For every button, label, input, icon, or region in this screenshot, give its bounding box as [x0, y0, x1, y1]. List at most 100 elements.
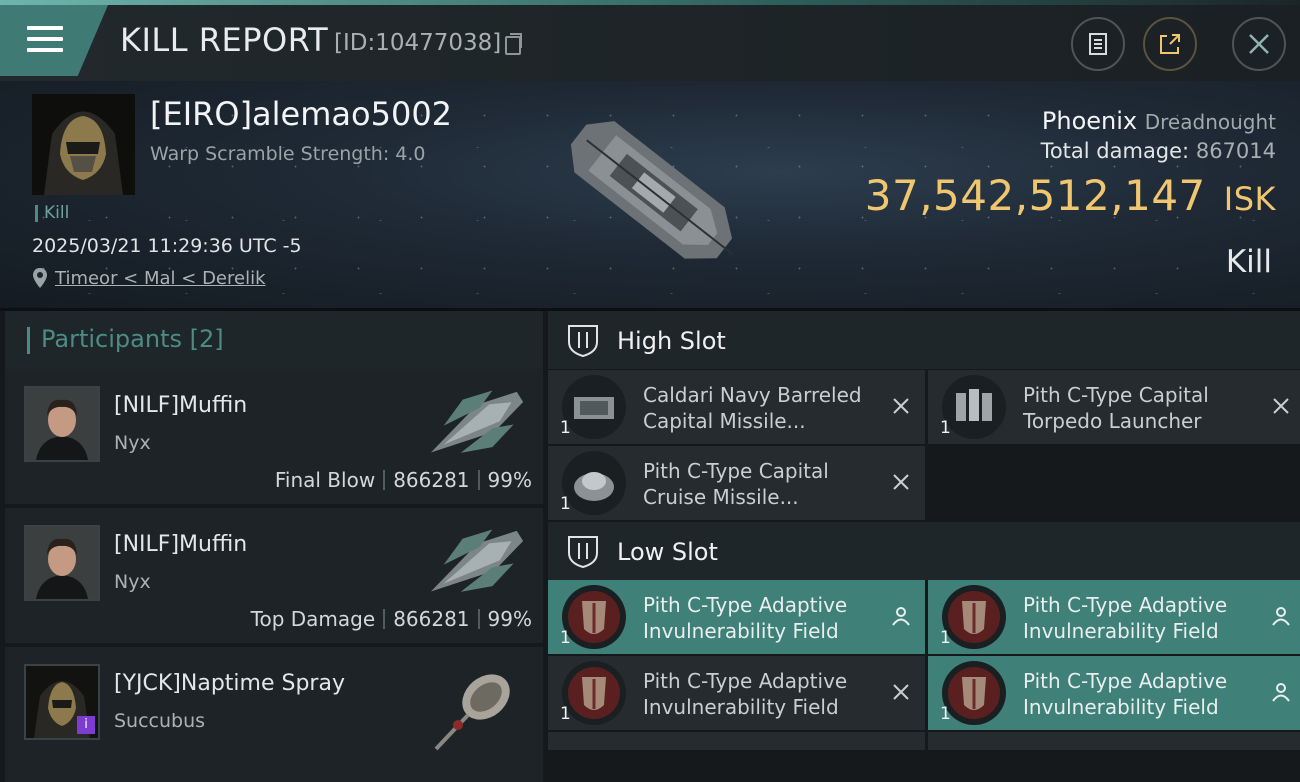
module-quantity: 1: [560, 418, 571, 438]
high-slot-header: High Slot: [548, 311, 1300, 369]
module-name: Pith C-Type Adaptive Invulnerability Fie…: [643, 593, 848, 643]
high-slot-module[interactable]: 1 Pith C-Type Capital Cruise Missile...: [548, 446, 925, 520]
participant-card[interactable]: [NILF]Muffin Nyx Top Damage 866281 99%: [5, 508, 543, 643]
module-icon: [562, 451, 626, 515]
destroyed-x-icon: [1273, 398, 1289, 414]
page-title: KILL REPORT: [120, 21, 329, 59]
low-slot-module[interactable]: 1 Pith C-Type Adaptive Invulnerability F…: [928, 580, 1300, 654]
destroyed-x-icon: [893, 474, 909, 490]
dropped-person-icon: [892, 607, 910, 626]
low-slot-module[interactable]: 1 Pith C-Type Adaptive Invulnerability F…: [548, 656, 925, 730]
low-slot-module-partial[interactable]: [548, 732, 925, 750]
high-slot-module[interactable]: 1 Pith C-Type Capital Torpedo Launcher: [928, 370, 1300, 444]
low-slot-header: Low Slot: [548, 522, 1300, 580]
participant-ship: Nyx: [114, 432, 151, 454]
clipboard-icon: [1089, 33, 1107, 55]
module-name: Pith C-Type Capital Cruise Missile...: [643, 459, 829, 509]
victim-ship: Phoenix Dreadnought: [1042, 107, 1276, 135]
kill-datetime: 2025/03/21 11:29:36 UTC -5: [32, 235, 302, 257]
victim-ship-name[interactable]: Phoenix: [1042, 107, 1137, 135]
dropped-person-icon: [1272, 607, 1290, 626]
module-name: Pith C-Type Capital Torpedo Launcher: [1023, 383, 1209, 433]
participant-damage: 866281: [393, 607, 470, 631]
hamburger-menu-icon[interactable]: [0, 5, 108, 76]
victim-portrait[interactable]: [32, 94, 135, 195]
total-damage: Total damage: 867014: [1041, 139, 1276, 163]
participants-panel: Participants [2] [NILF]Muffin Nyx Final …: [0, 311, 545, 782]
copy-icon[interactable]: [505, 33, 522, 55]
module-name: Pith C-Type Adaptive Invulnerability Fie…: [643, 669, 848, 719]
victim-ship-class: Dreadnought: [1144, 110, 1276, 134]
module-name: Pith C-Type Adaptive Invulnerability Fie…: [1023, 593, 1228, 643]
low-slot-module-partial[interactable]: [928, 732, 1300, 750]
participant-ship: Succubus: [114, 710, 206, 732]
participant-damage: 866281: [393, 468, 470, 492]
isk-value: 37,542,512,147 ISK: [865, 171, 1276, 220]
module-name: Caldari Navy Barreled Capital Missile...: [643, 383, 862, 433]
module-quantity: 1: [940, 628, 951, 648]
module-icon: [562, 585, 626, 649]
high-slot-label: High Slot: [617, 327, 726, 355]
module-quantity: 1: [940, 418, 951, 438]
participant-card[interactable]: i [YJCK]Naptime Spray Succubus: [5, 647, 543, 782]
participant-ship-image: [434, 674, 510, 751]
participant-name[interactable]: [YJCK]Naptime Spray: [114, 671, 345, 696]
kill-location-link[interactable]: Timeor < Mal < Derelik: [55, 268, 266, 289]
total-damage-value: 867014: [1195, 139, 1276, 163]
avatar[interactable]: [24, 525, 100, 601]
module-icon: [562, 661, 626, 725]
avatar[interactable]: i: [24, 664, 100, 740]
shield-icon: [568, 325, 598, 358]
low-slot-module[interactable]: 1 Pith C-Type Adaptive Invulnerability F…: [928, 656, 1300, 730]
warp-scramble-strength: Warp Scramble Strength: 4.0: [150, 143, 426, 165]
participants-title: Participants [2]: [41, 325, 224, 353]
module-icon: [942, 661, 1006, 725]
module-quantity: 1: [560, 494, 571, 514]
participant-name[interactable]: [NILF]Muffin: [114, 532, 247, 557]
fitting-panel: High Slot 1 Caldari Navy Barreled Capita…: [548, 311, 1300, 750]
dropped-person-icon: [1272, 683, 1290, 702]
participants-accent-bar: [27, 327, 30, 354]
module-quantity: 1: [560, 628, 571, 648]
location-pin-icon: [33, 268, 47, 288]
high-slot-module[interactable]: 1 Caldari Navy Barreled Capital Missile.…: [548, 370, 925, 444]
kill-tag: Kill: [35, 205, 69, 222]
module-quantity: 1: [940, 704, 951, 724]
isk-amount: 37,542,512,147: [864, 171, 1206, 220]
share-button[interactable]: [1143, 17, 1197, 71]
participant-stats: Final Blow 866281 99%: [275, 468, 532, 492]
participant-ship-image: [430, 529, 524, 592]
report-id: [ID:10477038]: [334, 30, 502, 56]
shield-icon: [568, 536, 598, 569]
participant-ship-image: [430, 390, 524, 453]
participant-stats: Top Damage 866281 99%: [251, 607, 532, 631]
participant-card[interactable]: [NILF]Muffin Nyx Final Blow 866281 99%: [5, 369, 543, 504]
participant-percent: 99%: [487, 468, 532, 492]
module-quantity: 1: [560, 704, 571, 724]
module-icon: [942, 375, 1006, 439]
module-name: Pith C-Type Adaptive Invulnerability Fie…: [1023, 669, 1228, 719]
header-bar: KILL REPORT [ID:10477038]: [0, 5, 1300, 81]
participants-header: Participants [2]: [5, 311, 543, 369]
close-button[interactable]: [1232, 17, 1286, 71]
victim-pilot-name[interactable]: [EIRO]alemao5002: [150, 95, 452, 133]
participant-badge: i: [77, 716, 95, 734]
participant-role: Final Blow: [274, 468, 376, 492]
low-slot-label: Low Slot: [617, 538, 718, 566]
total-damage-label: Total damage:: [1040, 139, 1190, 163]
avatar[interactable]: [24, 386, 100, 462]
participant-name[interactable]: [NILF]Muffin: [114, 393, 247, 418]
participant-role: Top Damage: [250, 607, 376, 631]
low-slot-module[interactable]: 1 Pith C-Type Adaptive Invulnerability F…: [548, 580, 925, 654]
destroyed-x-icon: [893, 684, 909, 700]
share-icon: [1160, 34, 1180, 54]
participant-ship: Nyx: [114, 571, 151, 593]
clipboard-button[interactable]: [1071, 17, 1125, 71]
module-icon: [562, 375, 626, 439]
close-icon: [1249, 34, 1269, 54]
destroyed-x-icon: [893, 398, 909, 414]
kill-result: Kill: [1225, 244, 1272, 280]
participant-percent: 99%: [487, 607, 532, 631]
isk-unit: ISK: [1223, 180, 1276, 218]
victim-summary: [EIRO]alemao5002 Warp Scramble Strength:…: [0, 81, 1300, 311]
